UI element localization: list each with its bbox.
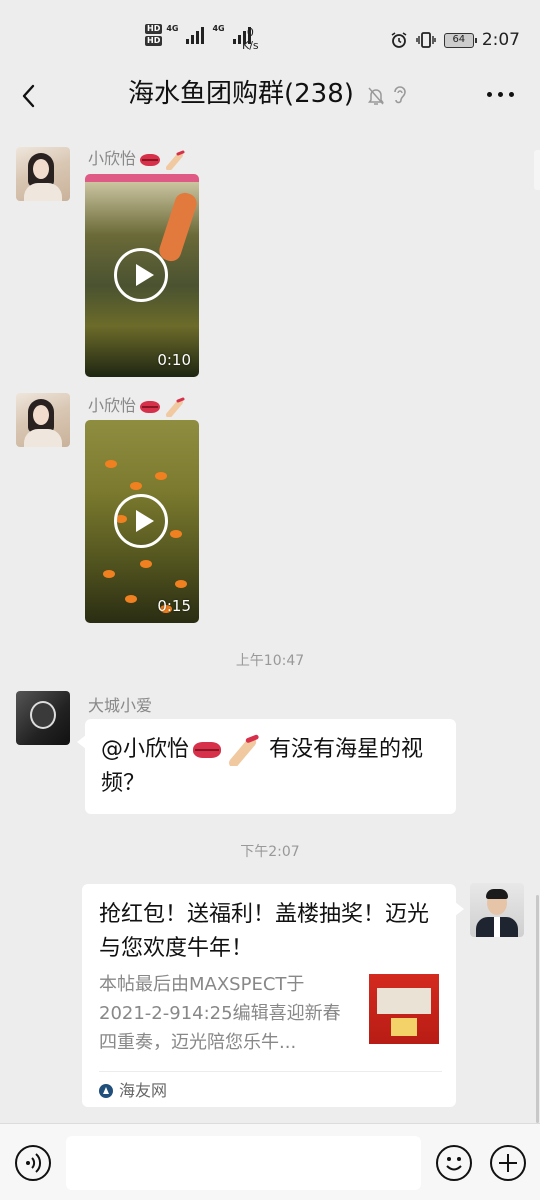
- floating-window-handle[interactable]: [534, 150, 540, 190]
- link-card-title: 抢红包！送福利！盖楼抽奖！迈光与您欢度牛年！: [99, 902, 430, 961]
- back-arrow-icon[interactable]: [18, 82, 44, 110]
- more-options-icon[interactable]: [487, 92, 514, 97]
- nail-polish-emoji-icon: [229, 734, 259, 766]
- lips-emoji-icon: [193, 742, 222, 758]
- play-icon[interactable]: [114, 248, 168, 302]
- link-card-source: 海友网: [99, 1080, 167, 1102]
- avatar[interactable]: [470, 883, 524, 937]
- hd-badge: HD: [145, 36, 163, 46]
- network-indicators: HD HD 4G 4G: [145, 24, 251, 46]
- network-speed: 0 K/s: [242, 26, 259, 52]
- mention: @小欣怡: [101, 737, 190, 762]
- voice-icon: [26, 1153, 42, 1173]
- message-input[interactable]: [66, 1136, 421, 1190]
- video-duration: 0:15: [157, 597, 191, 615]
- signal-icon: [186, 26, 205, 44]
- chat-title: 海水鱼团购群(238): [128, 79, 354, 109]
- more-functions-button[interactable]: [490, 1145, 526, 1181]
- link-card-thumbnail: [369, 974, 439, 1044]
- link-card[interactable]: 抢红包！送福利！盖楼抽奖！迈光与您欢度牛年！ 本帖最后由MAXSPECT于202…: [82, 884, 464, 1107]
- clock: 2:07: [481, 30, 520, 50]
- nail-polish-emoji-icon: [166, 397, 185, 417]
- video-message[interactable]: 0:15: [85, 420, 199, 623]
- emoji-button[interactable]: [436, 1145, 472, 1181]
- sender-name: 大城小爱: [88, 696, 153, 715]
- avatar[interactable]: [16, 147, 70, 201]
- play-icon[interactable]: [114, 494, 168, 548]
- divider: [99, 1071, 442, 1072]
- mute-bell-icon: [368, 87, 384, 105]
- sender-name: 小欣怡: [88, 149, 186, 170]
- earpiece-icon: [394, 86, 406, 104]
- hd-badge: HD: [145, 24, 163, 34]
- scrollbar[interactable]: [536, 895, 539, 1123]
- input-bar: [0, 1123, 540, 1200]
- video-message[interactable]: 0:10: [85, 174, 199, 377]
- voice-input-button[interactable]: [15, 1145, 51, 1181]
- text-message-bubble[interactable]: @小欣怡 有没有海星的视频？: [77, 719, 456, 814]
- network-type-label: 4G: [212, 24, 225, 33]
- message-text: @小欣怡 有没有海星的视频？: [101, 733, 441, 801]
- timestamp: 下午2:07: [240, 844, 300, 860]
- network-type-label: 4G: [166, 24, 179, 33]
- vibrate-icon: [416, 32, 436, 48]
- status-bar: HD HD 4G 4G 0 K/s 64 2:07: [0, 0, 540, 68]
- nail-polish-emoji-icon: [166, 150, 185, 170]
- battery-icon: 64: [443, 32, 477, 48]
- avatar[interactable]: [16, 691, 70, 745]
- chat-header: 海水鱼团购群(238): [0, 68, 540, 124]
- video-duration: 0:10: [157, 351, 191, 369]
- timestamp: 上午10:47: [235, 653, 305, 669]
- source-logo-icon: [99, 1084, 113, 1098]
- smiley-icon: [446, 1157, 462, 1171]
- avatar[interactable]: [16, 393, 70, 447]
- sender-name: 小欣怡: [88, 396, 186, 417]
- link-card-description: 本帖最后由MAXSPECT于2021-2-914:25编辑喜迎新春四重奏，迈光陪…: [99, 974, 341, 1053]
- alarm-icon: [391, 32, 407, 48]
- lips-emoji-icon: [140, 400, 161, 413]
- lips-emoji-icon: [140, 153, 161, 166]
